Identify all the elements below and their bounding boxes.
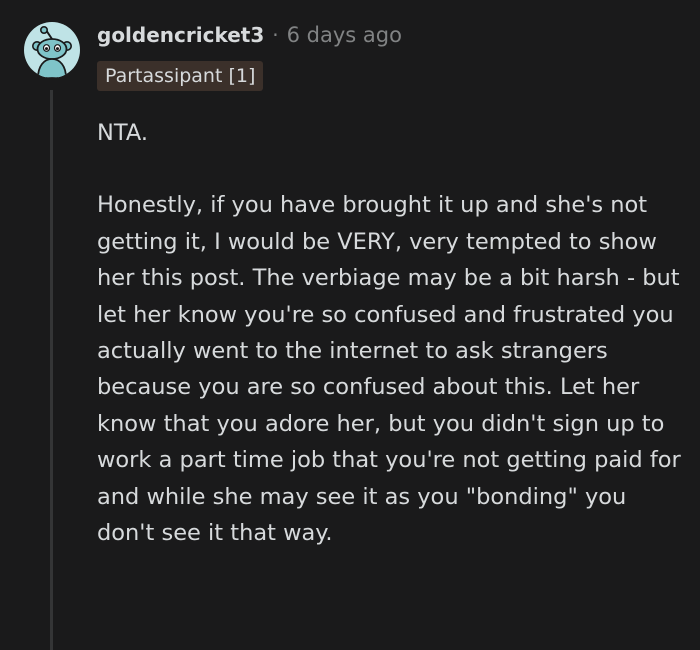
- comment-paragraph: Honestly, if you have brought it up and …: [97, 192, 681, 547]
- comment-paragraph: NTA.: [97, 120, 148, 146]
- username-link[interactable]: goldencricket3: [97, 23, 264, 47]
- thread-collapse-line[interactable]: [50, 90, 53, 650]
- snoo-avatar-icon: [32, 26, 72, 78]
- meta-separator: ·: [272, 23, 279, 47]
- timestamp-link[interactable]: 6 days ago: [287, 23, 402, 47]
- comment-meta: goldencricket3 · 6 days ago: [97, 19, 402, 51]
- comment-body: NTA. Honestly, if you have brought it up…: [97, 115, 687, 551]
- avatar[interactable]: [24, 22, 80, 78]
- user-flair: Partassipant [1]: [97, 61, 264, 91]
- comment: goldencricket3 · 6 days ago Partassipant…: [0, 0, 700, 650]
